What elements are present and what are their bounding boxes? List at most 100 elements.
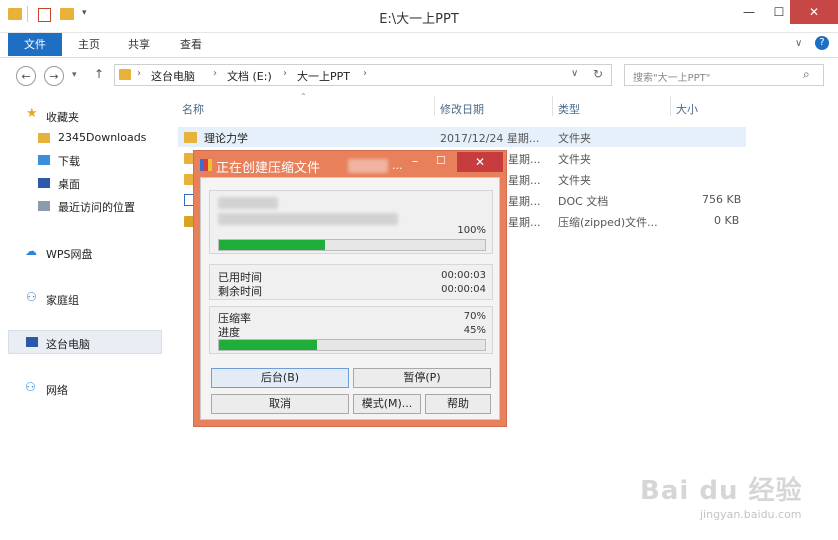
crumb-this-pc[interactable]: 这台电脑: [151, 68, 195, 84]
time-panel: 已用时间 00:00:03 剩余时间 00:00:04: [209, 264, 493, 300]
dialog-maximize-button[interactable]: ☐: [436, 154, 446, 167]
file-type: DOC 文档: [558, 195, 609, 208]
crumb-drive[interactable]: 文档 (E:): [227, 68, 272, 84]
back-button[interactable]: ←: [16, 66, 36, 86]
refresh-icon[interactable]: ↻: [593, 67, 603, 81]
navigation-pane: ★ 收藏夹 2345Downloads 下载 桌面 最近访问的位置 ☁ WPS网…: [0, 96, 168, 540]
search-input[interactable]: 搜索"大一上PPT": [633, 69, 710, 84]
ratio-value: 70%: [463, 311, 486, 322]
cloud-icon: ☁: [25, 244, 37, 258]
help-icon[interactable]: ?: [815, 36, 829, 50]
file-date: 星期...: [508, 216, 541, 229]
folder-icon: [119, 69, 131, 80]
crumb-folder[interactable]: 大一上PPT: [297, 68, 350, 84]
divider: [670, 96, 671, 116]
redacted-filename: [348, 159, 388, 173]
file-size: 0 KB: [714, 214, 740, 227]
background-button[interactable]: 后台(B): [211, 368, 349, 388]
tab-file[interactable]: 文件: [8, 33, 62, 56]
file-type: 压缩(zipped)文件...: [558, 216, 658, 229]
folder-icon: [38, 133, 50, 143]
file-type: 文件夹: [558, 174, 591, 187]
file-type: 文件夹: [558, 153, 591, 166]
column-name[interactable]: 名称: [182, 101, 204, 117]
table-row[interactable]: 理论力学 2017/12/24 星期... 文件夹: [178, 127, 746, 147]
sidebar-item-desktop[interactable]: 桌面: [58, 176, 80, 192]
ribbon-expand-icon[interactable]: ∨: [795, 38, 802, 49]
column-type[interactable]: 类型: [558, 101, 580, 117]
archive-app-icon: [200, 159, 212, 171]
progress-label: 进度: [218, 326, 240, 339]
minimize-button[interactable]: —: [732, 0, 766, 24]
total-progress-bar: [218, 339, 486, 351]
window-title: E:\大一上PPT: [379, 12, 459, 27]
sidebar-wps[interactable]: WPS网盘: [46, 246, 93, 262]
sidebar-item-downloads2345[interactable]: 2345Downloads: [58, 131, 146, 144]
progress-value: 45%: [463, 325, 486, 336]
divider: [552, 96, 553, 116]
file-progress-bar: [218, 239, 486, 251]
sidebar-item-recent[interactable]: 最近访问的位置: [58, 199, 135, 215]
cancel-button[interactable]: 取消: [211, 394, 349, 414]
sidebar-homegroup[interactable]: 家庭组: [46, 292, 79, 308]
file-size: 756 KB: [702, 193, 742, 206]
sidebar-network[interactable]: 网络: [46, 382, 68, 398]
search-box[interactable]: 搜索"大一上PPT" ⌕: [624, 64, 824, 86]
redacted-path: [218, 213, 398, 225]
star-icon: ★: [26, 106, 38, 121]
redacted-path: [218, 197, 278, 209]
title-bar: ▾ E:\大一上PPT — ☐ ✕: [0, 0, 838, 33]
file-percent: 100%: [457, 225, 486, 236]
recent-places-icon: [38, 201, 50, 211]
remaining-value: 00:00:04: [441, 284, 486, 295]
file-date: 星期...: [508, 174, 541, 187]
help-button[interactable]: 帮助: [425, 394, 491, 414]
remaining-label: 剩余时间: [218, 285, 262, 298]
up-icon[interactable]: ↑: [94, 67, 104, 81]
sidebar-item-downloads[interactable]: 下载: [58, 153, 80, 169]
pause-button[interactable]: 暂停(P): [353, 368, 491, 388]
file-name: 理论力学: [204, 132, 248, 145]
sidebar-this-pc[interactable]: 这台电脑: [46, 336, 90, 352]
address-bar[interactable]: › 这台电脑 › 文档 (E:) › 大一上PPT › ∨ ↻: [114, 64, 612, 86]
homegroup-icon: ⚇: [26, 290, 37, 304]
divider: [434, 96, 435, 116]
address-dropdown-icon[interactable]: ∨: [571, 68, 578, 79]
watermark-brand: Bai du 经验: [640, 476, 803, 506]
dialog-title-suffix: ...: [392, 159, 403, 172]
ratio-panel: 压缩率 70% 进度 45%: [209, 306, 493, 354]
file-type: 文件夹: [558, 132, 591, 145]
file-date: 星期...: [508, 153, 541, 166]
tab-share[interactable]: 共享: [118, 33, 160, 56]
dialog-minimize-button[interactable]: –: [412, 154, 418, 168]
recent-locations-icon[interactable]: ▾: [72, 70, 77, 80]
elapsed-value: 00:00:03: [441, 270, 486, 281]
network-icon: ⚇: [25, 380, 36, 394]
close-button[interactable]: ✕: [790, 0, 838, 24]
dialog-title: 正在创建压缩文件: [216, 161, 321, 176]
dialog-close-button[interactable]: ✕: [457, 152, 503, 172]
file-progress-panel: 100%: [209, 190, 493, 254]
mode-button[interactable]: 模式(M)...: [353, 394, 421, 414]
tab-view[interactable]: 查看: [170, 33, 212, 56]
search-icon[interactable]: ⌕: [803, 67, 810, 82]
computer-icon: [26, 337, 38, 347]
file-date: 2017/12/24 星期...: [440, 132, 540, 145]
desktop-icon: [38, 178, 50, 188]
forward-button[interactable]: →: [44, 66, 64, 86]
folder-icon: [184, 132, 197, 143]
downloads-icon: [38, 155, 50, 165]
sidebar-favorites[interactable]: 收藏夹: [46, 109, 79, 125]
ribbon-tabs: 文件 主页 共享 查看 ∨ ?: [0, 33, 838, 58]
watermark-url: jingyan.baidu.com: [700, 508, 802, 521]
column-date[interactable]: 修改日期: [440, 101, 484, 117]
total-progress-fill: [219, 340, 318, 350]
navigation-bar: ← → ▾ ↑ › 这台电脑 › 文档 (E:) › 大一上PPT › ∨ ↻ …: [0, 62, 838, 90]
column-size[interactable]: 大小: [676, 101, 698, 117]
tab-home[interactable]: 主页: [68, 33, 110, 56]
file-progress-fill: [219, 240, 326, 250]
file-date: 星期...: [508, 195, 541, 208]
compression-dialog: 正在创建压缩文件 ... – ☐ ✕ 100% 已用时间 00:00:03 剩余…: [193, 150, 507, 427]
sort-up-icon: ⌃: [300, 92, 307, 101]
dialog-body: 100% 已用时间 00:00:03 剩余时间 00:00:04 压缩率 70%…: [200, 177, 500, 420]
